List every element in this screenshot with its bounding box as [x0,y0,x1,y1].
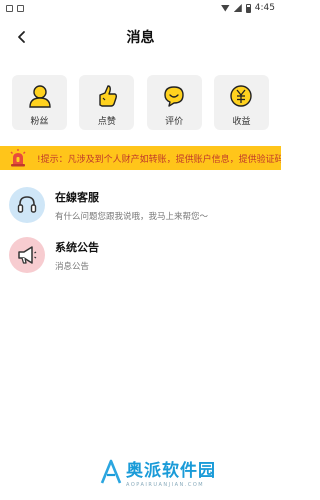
notification-icon [6,4,13,12]
list-item-text: 系统公告 消息公告 [55,239,99,272]
list-item-customer-service[interactable]: 在線客服 有什么问题您跟我说哦，我马上来帮您～ [0,185,281,225]
fans-icon [26,82,54,110]
megaphone-icon [9,237,45,273]
watermark-main: 奥派软件园 [126,461,216,481]
status-time: 4:45 [254,3,275,13]
tile-label: 收益 [232,117,251,127]
back-button[interactable] [10,25,34,49]
watermark-text: 奥派软件园 AOPAIRUANJIAN.COM [126,456,216,488]
like-icon [93,82,121,110]
tile-comment[interactable]: 评价 [146,75,202,130]
signal-icon [233,4,242,12]
list-item-title: 在線客服 [55,190,99,204]
wifi-icon [220,4,230,12]
status-bar: 4:45 [0,0,281,16]
headset-icon [9,187,45,223]
tile-label: 点赞 [97,117,116,127]
list-item-text: 在線客服 有什么问题您跟我说哦，我马上来帮您～ [55,189,208,222]
category-grid: 粉丝 点赞 评价 收益 [12,75,269,130]
alarm-icon [7,147,29,169]
comment-icon [160,82,188,110]
list-item-announcement[interactable]: 系统公告 消息公告 [0,235,281,275]
status-system: 4:45 [220,3,275,13]
notice-bar[interactable]: !提示：凡涉及到个人财产如转账，提供账户信息，提供验证码等 [0,146,281,170]
list-item-title: 系统公告 [55,240,99,254]
notification-icon [17,4,24,12]
status-notifications [6,4,24,12]
watermark: 奥派软件园 AOPAIRUANJIAN.COM [100,452,276,492]
notice-text: !提示：凡涉及到个人财产如转账，提供账户信息，提供验证码等 [37,154,281,165]
battery-icon [245,3,251,13]
watermark-sub: AOPAIRUANJIAN.COM [126,482,205,488]
message-list: 在線客服 有什么问题您跟我说哦，我马上来帮您～ 系统公告 消息公告 [0,185,281,285]
back-arrow-icon [18,31,25,43]
income-icon [227,82,255,110]
page-header: 消息 [0,22,281,52]
list-item-subtitle: 消息公告 [55,261,90,272]
tile-fans[interactable]: 粉丝 [12,75,67,130]
tile-income[interactable]: 收益 [213,75,269,130]
tile-label: 评价 [165,117,184,127]
tile-label: 粉丝 [30,117,49,127]
tile-like[interactable]: 点赞 [79,75,135,130]
list-item-subtitle: 有什么问题您跟我说哦，我马上来帮您～ [55,211,209,222]
page-title: 消息 [126,30,155,46]
watermark-logo-icon [100,459,122,484]
